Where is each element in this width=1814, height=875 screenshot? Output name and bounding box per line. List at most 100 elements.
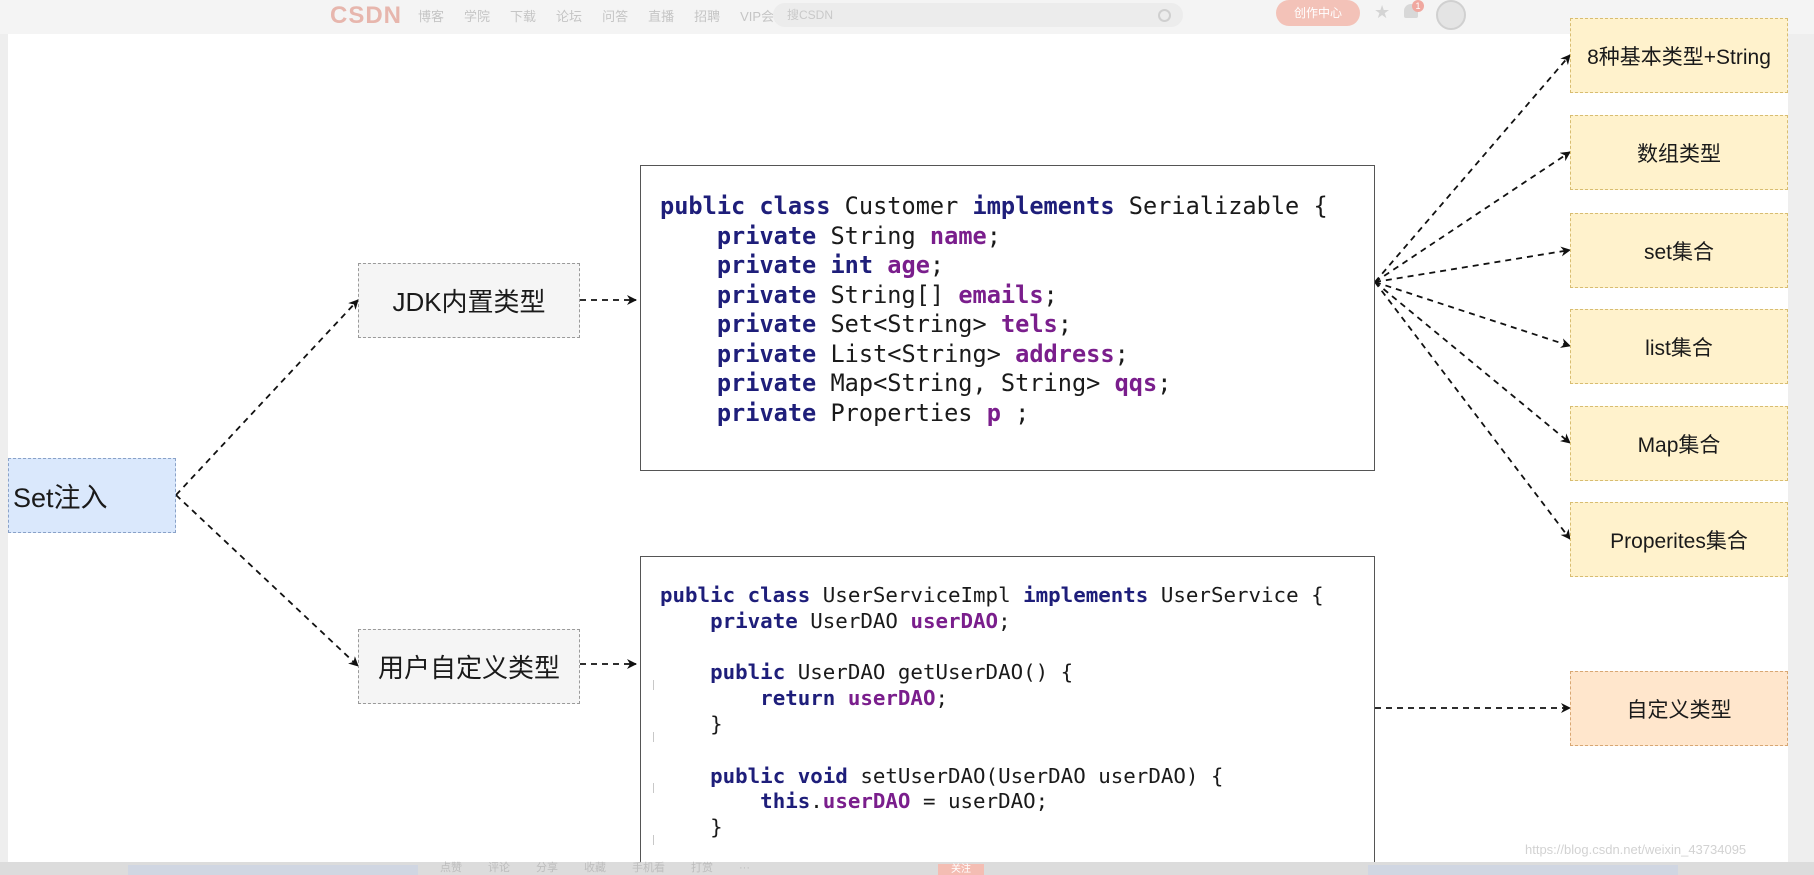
arrow-code-to-leaf-5 <box>1374 281 1571 540</box>
code-line: public class UserServiceImpl implements … <box>660 583 1374 609</box>
code-identifier: userDAO <box>847 686 936 711</box>
code-identifier: name <box>929 221 987 250</box>
nav-item-download[interactable]: 下载 <box>510 6 536 25</box>
code-line: private String[] emails; <box>660 281 1374 311</box>
root-label: Set注入 <box>13 483 108 513</box>
leaf-label: 8种基本类型+String <box>1587 45 1771 69</box>
diagram-canvas: Set注入 JDK内置类型 用户自定义类型 public class Custo… <box>8 18 1788 864</box>
code-text: UserService { <box>1160 583 1324 607</box>
code-keyword: public class <box>660 192 845 220</box>
nav-item-jobs[interactable]: 招聘 <box>694 6 720 25</box>
like-button[interactable]: 点赞 <box>440 862 462 875</box>
gutter-marker <box>653 680 654 690</box>
code-line: public void setUserDAO(UserDAO userDAO) … <box>660 764 1374 790</box>
code-text: List<String> <box>830 339 1016 368</box>
code-text: Map<String, String> <box>830 369 1115 397</box>
create-center-button[interactable]: 创作中心 <box>1276 0 1360 26</box>
reward-button[interactable]: 打赏 <box>691 862 713 875</box>
screen: CSDN 博客 学院 下载 论坛 问答 直播 招聘 VIP会员 搜CSDN 创作… <box>0 0 1814 875</box>
code-text: Serializable { <box>1128 192 1328 220</box>
nav-item-academy[interactable]: 学院 <box>464 6 490 25</box>
code-line: public class Customer implements Seriali… <box>660 192 1374 222</box>
code-keyword: private <box>716 369 831 397</box>
code-line: private Set<String> tels; <box>660 310 1374 340</box>
arrow-code-to-leaf-4 <box>1374 281 1571 444</box>
share-button[interactable]: 分享 <box>536 862 558 875</box>
code-text: UserServiceImpl <box>822 583 1024 607</box>
branch-label-user: 用户自定义类型 <box>377 653 560 683</box>
browser-top-bar: CSDN 博客 学院 下载 论坛 问答 直播 招聘 VIP会员 搜CSDN 创作… <box>0 0 1814 34</box>
more-button[interactable]: ··· <box>739 862 750 875</box>
nav-item-live[interactable]: 直播 <box>648 6 674 25</box>
csdn-logo[interactable]: CSDN <box>330 2 402 30</box>
star-icon[interactable]: ★ <box>1374 2 1390 23</box>
code-text: ; <box>1157 369 1172 397</box>
code-line: return userDAO; <box>660 686 1374 712</box>
code-keyword: private <box>716 280 831 309</box>
search-icon[interactable] <box>1158 9 1171 22</box>
leaf-label: Map集合 <box>1637 433 1721 457</box>
leaf-label: list集合 <box>1645 336 1713 360</box>
code-identifier: emails <box>958 280 1044 309</box>
gutter-marker <box>653 835 654 845</box>
code-text: UserDAO getUserDAO() { <box>797 660 1074 685</box>
code-text: Customer <box>844 192 973 220</box>
favorite-button[interactable]: 收藏 <box>584 862 606 875</box>
code-keyword: private <box>716 398 831 427</box>
arrow-root-to-jdk <box>175 299 359 496</box>
code-text: ; <box>1057 310 1072 338</box>
code-keyword: private <box>716 310 831 338</box>
gutter-marker <box>653 783 654 793</box>
code-text: Set<String> <box>830 310 1001 338</box>
avatar[interactable] <box>1436 0 1466 30</box>
leaf-label: set集合 <box>1643 240 1714 264</box>
comment-button[interactable]: 评论 <box>488 862 510 875</box>
code-line: private Map<String, String> qqs; <box>660 369 1374 399</box>
code-line: private UserDAO userDAO; <box>660 609 1374 635</box>
code-keyword: public void <box>710 763 861 788</box>
code-keyword: implements <box>1023 583 1161 607</box>
code-text: ; <box>986 221 1001 250</box>
arrow-code-to-leaf-3 <box>1374 281 1571 348</box>
branch-node-user-types: 用户自定义类型 <box>358 629 580 704</box>
code-line: private int age; <box>660 251 1374 281</box>
leaf-label: Properites集合 <box>1610 529 1748 553</box>
bottom-left-panel <box>128 865 418 875</box>
arrow-code-to-leaf-0 <box>1374 54 1571 283</box>
mobile-view-button[interactable]: 手机看 <box>632 862 665 875</box>
leaf-custom-type: 自定义类型 <box>1570 671 1788 746</box>
code-keyword: public class <box>660 583 823 607</box>
nav-item-forum[interactable]: 论坛 <box>556 6 582 25</box>
code-identifier: qqs <box>1114 369 1158 397</box>
code-keyword: private <box>716 221 831 250</box>
code-keyword: private int <box>716 251 888 279</box>
code-text: ; <box>1000 398 1030 427</box>
follow-button[interactable]: 关注 <box>938 864 984 875</box>
root-node-set-injection: Set注入 <box>8 458 176 533</box>
code-identifier: userDAO <box>910 608 999 633</box>
code-identifier: tels <box>1000 310 1058 338</box>
code-text: } <box>660 815 723 840</box>
top-nav: 博客 学院 下载 论坛 问答 直播 招聘 VIP会员 <box>418 6 787 25</box>
code-identifier: age <box>887 251 930 279</box>
code-line: public UserDAO getUserDAO() { <box>660 660 1374 686</box>
code-line: this. userDAO = userDAO; <box>660 789 1374 815</box>
nav-item-blog[interactable]: 博客 <box>418 6 444 25</box>
code-line: private Properties p ; <box>660 399 1374 429</box>
leaf-map-collection: Map集合 <box>1570 406 1788 481</box>
code-text: Properties <box>830 398 987 427</box>
nav-item-qa[interactable]: 问答 <box>602 6 628 25</box>
gutter-marker <box>653 732 654 742</box>
code-line: } <box>660 815 1374 841</box>
search-input[interactable]: 搜CSDN <box>773 3 1183 27</box>
code-keyword: implements <box>972 192 1129 220</box>
code-line: } <box>660 712 1374 738</box>
